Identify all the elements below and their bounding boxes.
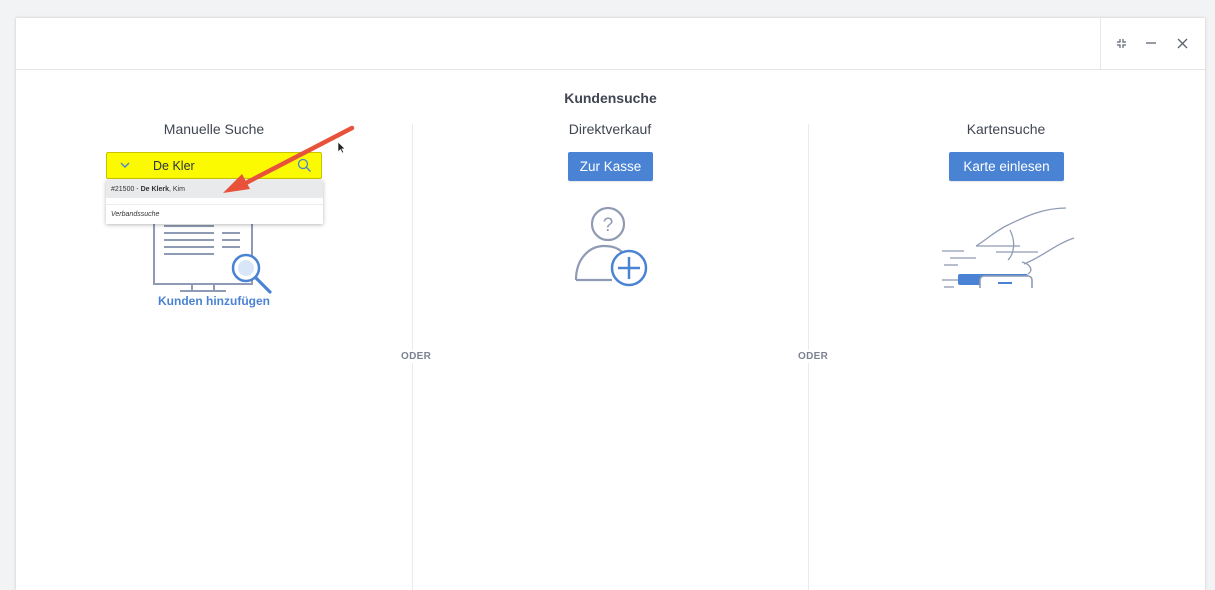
expand-icon — [1116, 38, 1126, 48]
computer-search-illustration — [153, 218, 272, 294]
close-icon — [1177, 38, 1187, 48]
checkout-button[interactable]: Zur Kasse — [568, 152, 653, 181]
expand-button[interactable] — [1110, 32, 1132, 54]
title-bar-divider — [1100, 18, 1101, 69]
card-reader-illustration — [942, 207, 1075, 288]
main-window: Kundensuche ODER ODER Manuelle Suche De … — [16, 18, 1205, 590]
close-button[interactable] — [1171, 32, 1193, 54]
title-bar — [16, 18, 1205, 70]
card-search-title: Kartensuche — [966, 121, 1046, 137]
unknown-user-add-icon: ? — [574, 206, 648, 287]
add-customer-link[interactable]: Kunden hinzufügen — [106, 294, 322, 308]
chevron-down-icon[interactable] — [120, 162, 130, 169]
verbandssuche-option[interactable]: Verbandssuche — [106, 206, 323, 222]
minimize-button[interactable] — [1140, 32, 1162, 54]
dropdown-divider — [106, 204, 323, 205]
page-title: Kundensuche — [564, 90, 657, 106]
annotation-arrow — [223, 125, 355, 193]
suggestion-firstname: , Kim — [169, 185, 185, 193]
svg-text:?: ? — [603, 215, 614, 236]
suggestion-number: #21500 - — [111, 185, 141, 193]
suggestion-name: De Klerk — [140, 185, 169, 193]
oder-label-left: ODER — [399, 350, 434, 363]
mouse-cursor-icon — [338, 142, 346, 154]
direct-sale-title: Direktverkauf — [568, 121, 652, 137]
minimize-icon — [1146, 42, 1156, 44]
read-card-button[interactable]: Karte einlesen — [949, 152, 1064, 181]
oder-label-right: ODER — [796, 350, 831, 363]
